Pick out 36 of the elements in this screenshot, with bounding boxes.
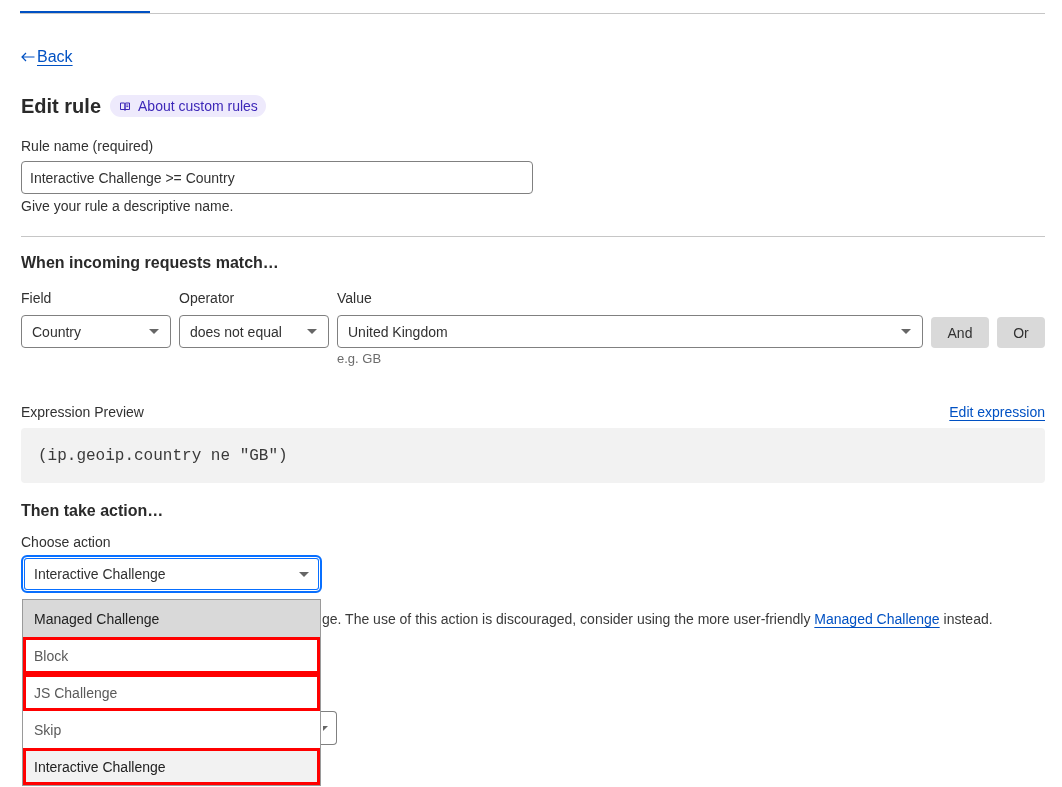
caret-icon xyxy=(323,725,328,731)
menu-item[interactable]: Block xyxy=(23,637,320,674)
book-icon xyxy=(120,101,130,111)
action-select[interactable]: Interactive Challenge xyxy=(21,555,322,593)
menu-item[interactable]: JS Challenge xyxy=(23,674,320,711)
field-label: Expression Preview xyxy=(21,403,144,421)
menu-item[interactable]: Interactive Challenge xyxy=(23,748,320,785)
field-label: Value xyxy=(337,289,372,307)
managed-challenge-link[interactable]: Managed Challenge xyxy=(814,611,940,627)
field-label: Rule name (required) xyxy=(21,137,154,155)
select-field[interactable] xyxy=(321,711,337,745)
menu-item[interactable]: Managed Challenge xyxy=(23,600,320,637)
field-label: Field xyxy=(21,289,52,307)
help-text: Give your rule a descriptive name. xyxy=(21,197,234,215)
caret-icon xyxy=(901,329,911,334)
rule-name-input[interactable]: Interactive Challenge >= Country xyxy=(21,161,533,194)
caret-icon xyxy=(299,571,309,577)
edit-expression-link[interactable]: Edit expression xyxy=(949,403,1045,421)
page-title: Edit rule xyxy=(21,94,101,118)
caret-icon xyxy=(149,329,159,334)
field-label: Operator xyxy=(179,289,235,307)
section-title: Then take action… xyxy=(21,501,164,521)
select-field[interactable]: does not equal xyxy=(179,315,329,348)
select-field[interactable]: United Kingdom xyxy=(337,315,923,348)
back-link[interactable]: Back xyxy=(21,47,73,67)
field-label: Choose action xyxy=(21,533,111,551)
action-description: ge. The use of this action is discouraged, consider using the more user-friendly Managed Challenge instead. xyxy=(322,610,993,628)
select-field[interactable]: Country xyxy=(21,315,171,348)
arrow-left-icon xyxy=(21,52,35,62)
expression-code: (ip.geoip.country ne "GB") xyxy=(21,428,1045,483)
and-button[interactable]: And xyxy=(931,317,989,348)
docs-link[interactable]: About custom rules xyxy=(110,95,266,117)
caret-icon xyxy=(307,329,317,334)
hint-text: e.g. GB xyxy=(337,351,382,367)
or-button[interactable]: Or xyxy=(997,317,1045,348)
section-title: When incoming requests match… xyxy=(21,253,279,273)
